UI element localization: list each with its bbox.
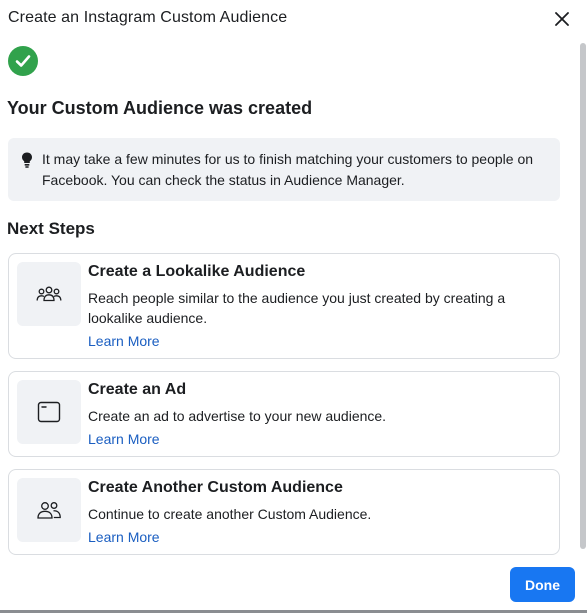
- custom-audience-dialog: Create an Instagram Custom Audience Your…: [0, 0, 587, 613]
- people-group-icon: [17, 262, 81, 326]
- another-custom-audience-card[interactable]: Create Another Custom Audience Continue …: [8, 469, 560, 555]
- learn-more-link[interactable]: Learn More: [88, 333, 160, 349]
- close-icon: [555, 12, 569, 26]
- next-steps-heading: Next Steps: [7, 219, 95, 238]
- lookalike-audience-card[interactable]: Create a Lookalike Audience Reach people…: [8, 253, 560, 359]
- card-title: Create a Lookalike Audience: [88, 263, 306, 280]
- close-button[interactable]: [551, 8, 573, 30]
- info-text: It may take a few minutes for us to fini…: [42, 151, 534, 188]
- people-pair-icon: [17, 478, 81, 542]
- card-title: Create an Ad: [88, 381, 187, 398]
- success-heading: Your Custom Audience was created: [7, 98, 313, 118]
- info-banner: It may take a few minutes for us to fini…: [8, 138, 560, 201]
- card-title: Create Another Custom Audience: [88, 479, 343, 496]
- learn-more-link[interactable]: Learn More: [88, 529, 160, 545]
- card-description: Reach people similar to the audience you…: [88, 290, 506, 326]
- ad-window-icon: [17, 380, 81, 444]
- lightbulb-icon: [22, 152, 32, 168]
- create-ad-card[interactable]: Create an Ad Create an ad to advertise t…: [8, 371, 560, 457]
- card-description: Create an ad to advertise to your new au…: [88, 408, 387, 424]
- done-button[interactable]: Done: [510, 567, 575, 602]
- scrollbar[interactable]: [580, 43, 586, 549]
- dialog-title: Create an Instagram Custom Audience: [8, 9, 288, 26]
- learn-more-link[interactable]: Learn More: [88, 431, 160, 447]
- card-description: Continue to create another Custom Audien…: [88, 506, 372, 522]
- check-circle-icon: [8, 46, 38, 76]
